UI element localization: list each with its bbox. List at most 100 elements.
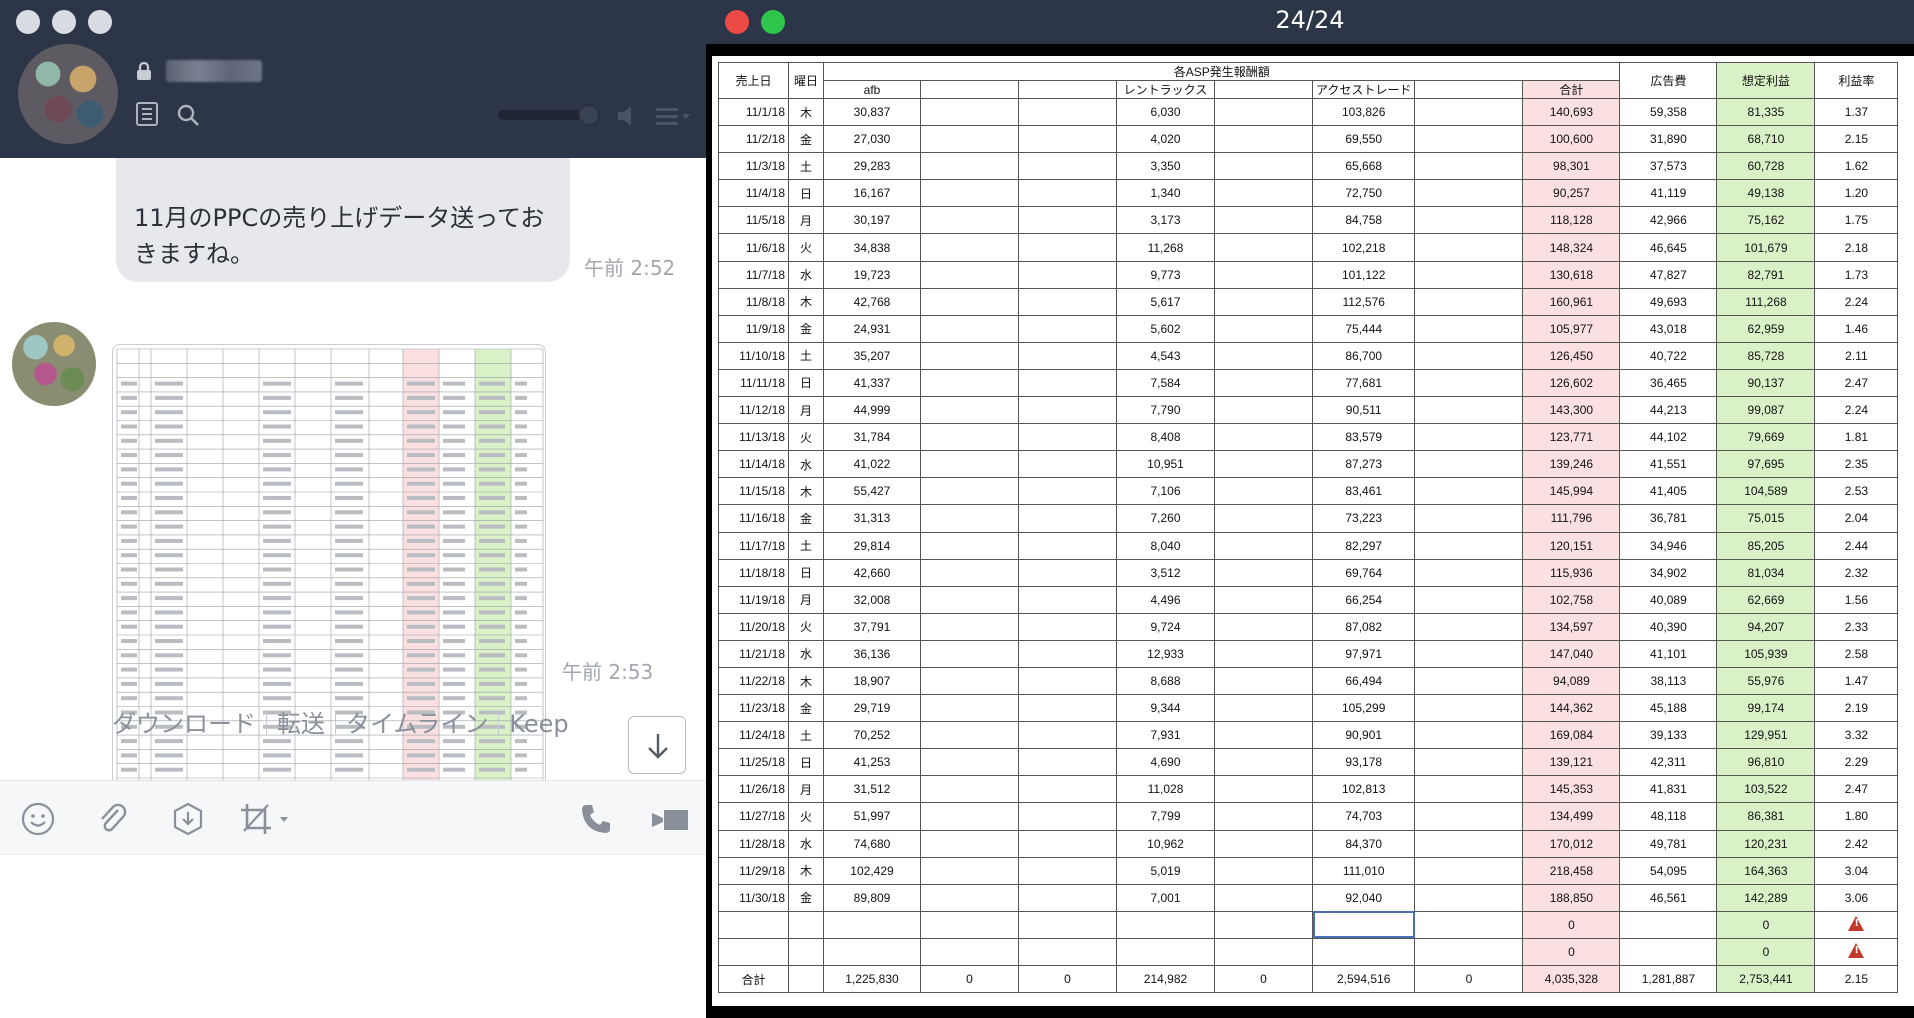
- cell-blank: [920, 450, 1019, 479]
- cell-blank: [920, 260, 1019, 289]
- cell-blank: [920, 775, 1019, 804]
- minimize-window-button[interactable]: [52, 10, 76, 34]
- cell-rentracks: 12,933: [1116, 639, 1215, 668]
- sales-table: 売上日 曜日 各ASP発生報酬額 広告費 想定利益 利益率 afb レントラック…: [718, 62, 1899, 994]
- cell-afb: 27,030: [823, 125, 921, 154]
- thumb-cell-text: [407, 538, 435, 543]
- cell-rentracks: 4,020: [1116, 125, 1215, 154]
- crop-screenshot-icon[interactable]: [238, 801, 294, 837]
- cell-blank: [1214, 450, 1313, 479]
- forward-link[interactable]: 転送: [277, 710, 325, 738]
- cell-afb: 37,791: [823, 612, 921, 641]
- chat-window: 11月のPPCの売り上げデータ送っておきますね。 午前 2:52 午前 2:53…: [0, 0, 706, 1018]
- cell-blank: [1018, 856, 1117, 885]
- cell-accesstrade: 90,511: [1311, 396, 1416, 425]
- image-thumbnail[interactable]: [112, 344, 546, 844]
- thumb-cell-text: [335, 538, 363, 543]
- cell-blank: [920, 883, 1019, 912]
- cell-blank: [1214, 748, 1313, 777]
- thumb-cell-text: [515, 553, 527, 558]
- cell-blank: [1214, 802, 1313, 831]
- cell-profit: 62,959: [1716, 314, 1816, 343]
- cell-margin: 2.18: [1814, 233, 1899, 262]
- cell-rentracks: 9,344: [1116, 694, 1215, 723]
- thumb-cell-text: [443, 624, 465, 629]
- cell-ad-cost: 42,966: [1619, 206, 1718, 235]
- cell-blank: [1414, 450, 1524, 479]
- cell-blank: [1018, 937, 1117, 967]
- scroll-to-bottom-button[interactable]: [628, 716, 686, 774]
- thumb-cell-text: [479, 424, 505, 429]
- cell-blank: [1414, 396, 1524, 425]
- thumb-cell-text: [407, 496, 435, 500]
- cell-blank: [1311, 910, 1416, 939]
- header-profit: 想定利益: [1716, 62, 1816, 99]
- thumb-cell-text: [443, 424, 465, 429]
- cell-ad-cost: 49,781: [1619, 829, 1718, 858]
- cell-margin: 2.44: [1814, 531, 1899, 560]
- thumb-cell-text: [155, 481, 183, 486]
- keep-link[interactable]: Keep: [509, 710, 568, 738]
- attach-icon[interactable]: [94, 801, 130, 837]
- cell-blank: [1414, 558, 1524, 587]
- download-link[interactable]: ダウンロード: [112, 710, 256, 738]
- volume-slider-knob[interactable]: [578, 104, 600, 126]
- search-icon[interactable]: [176, 103, 200, 127]
- thumb-cell-text: [443, 538, 465, 543]
- cell-profit: 97,695: [1716, 450, 1816, 479]
- cell-weekday: 木: [788, 477, 824, 506]
- thumb-cell-text: [155, 753, 183, 758]
- warning-icon: [1848, 915, 1865, 931]
- thumb-cell-text: [515, 538, 527, 543]
- thumb-cell-text: [515, 596, 527, 601]
- spreadsheet-image[interactable]: 売上日 曜日 各ASP発生報酬額 広告費 想定利益 利益率 afb レントラック…: [712, 56, 1914, 1006]
- close-window-button[interactable]: [16, 10, 40, 34]
- cell-total: 126,602: [1522, 368, 1621, 398]
- thumb-cell-text: [121, 581, 137, 586]
- thumb-cell-text: [335, 395, 363, 400]
- cell-blank: [1414, 233, 1524, 262]
- message-bubble[interactable]: 11月のPPCの売り上げデータ送っておきますね。: [116, 158, 570, 282]
- cell-blank: [1018, 341, 1117, 370]
- cell-profit: 81,335: [1716, 97, 1816, 127]
- save-download-icon[interactable]: [170, 801, 206, 837]
- video-call-icon[interactable]: [650, 801, 690, 837]
- thumb-cell-text: [263, 681, 291, 686]
- speaker-icon[interactable]: [616, 104, 640, 128]
- emoji-icon[interactable]: [20, 801, 56, 837]
- sender-avatar[interactable]: [12, 322, 96, 406]
- table-row-empty: 00: [718, 937, 1899, 967]
- timeline-link[interactable]: タイムライン: [346, 710, 488, 738]
- cell-blank: [1214, 558, 1313, 587]
- table-row: 11/14/18 水 41,022 10,951 87,273 139,246 41,551…: [718, 450, 1899, 479]
- thumb-cell-text: [263, 624, 291, 629]
- thumb-cell-text: [479, 410, 505, 415]
- cell-margin: 2.47: [1814, 775, 1899, 804]
- cell-rentracks: 4,543: [1116, 341, 1215, 370]
- phone-icon[interactable]: [578, 801, 614, 837]
- note-icon[interactable]: [136, 102, 158, 126]
- thumb-cell-text: [407, 739, 435, 744]
- chat-avatar[interactable]: [18, 44, 118, 144]
- thumb-cell-text: [263, 524, 291, 529]
- thumb-cell-text: [479, 653, 505, 658]
- table-row: 11/17/18 土 29,814 8,040 82,297 120,151 34,946 8…: [718, 531, 1899, 560]
- menu-icon[interactable]: [656, 106, 692, 126]
- volume-slider[interactable]: [498, 110, 590, 120]
- thumb-cell-text: [155, 667, 183, 672]
- cell-rentracks: 7,584: [1116, 368, 1215, 398]
- message-input[interactable]: [0, 854, 706, 1018]
- message-list[interactable]: 11月のPPCの売り上げデータ送っておきますね。 午前 2:52 午前 2:53…: [0, 158, 706, 844]
- cell-rentracks: 4,690: [1116, 748, 1215, 777]
- cell-blank: [1214, 883, 1313, 912]
- cell-ad-cost: 48,118: [1619, 802, 1718, 831]
- cell-margin: 1.47: [1814, 666, 1899, 696]
- zoom-window-button[interactable]: [88, 10, 112, 34]
- cell-blank: [1619, 910, 1718, 939]
- cell-weekday: 火: [788, 233, 824, 262]
- thumb-cell-text: [479, 510, 505, 515]
- thumb-cell-text: [479, 481, 505, 486]
- thumb-cell-text: [335, 739, 363, 744]
- cell-total: 218,458: [1522, 856, 1621, 885]
- cell-afb: 70,252: [823, 721, 921, 750]
